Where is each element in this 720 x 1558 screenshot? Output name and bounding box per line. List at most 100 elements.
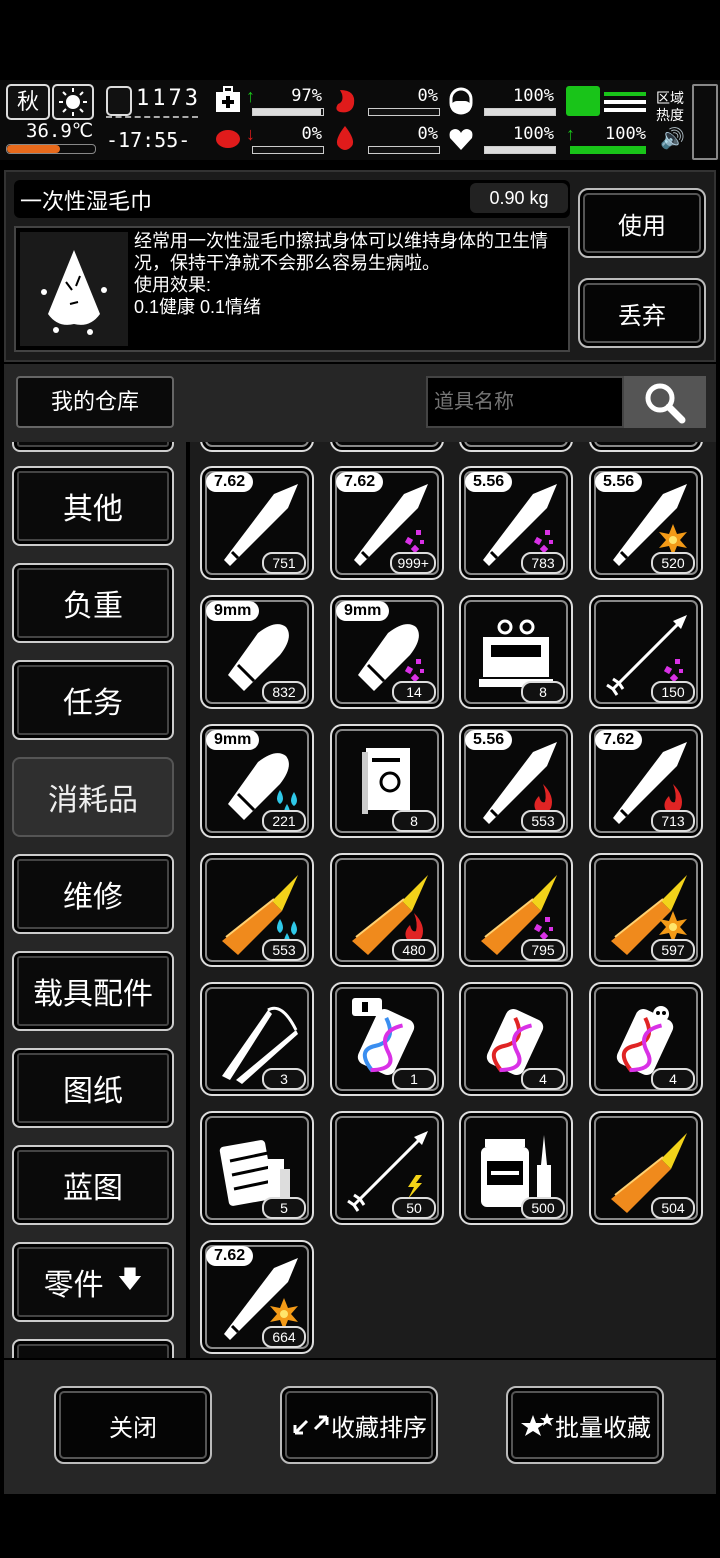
item-slot[interactable]: 7.62 664 xyxy=(200,1240,314,1354)
region-heat-label: 区域热度 xyxy=(656,90,684,123)
item-count-badge: 14 xyxy=(392,681,436,703)
item-slot[interactable]: 7.62 999+ xyxy=(330,466,444,580)
item-count-badge: 713 xyxy=(651,810,695,832)
item-slot-partial[interactable] xyxy=(589,442,703,452)
category-item-0[interactable]: 其他 xyxy=(12,466,174,546)
category-item-5[interactable]: 载具配件 xyxy=(12,951,174,1031)
item-slot[interactable]: 500 xyxy=(459,1111,573,1225)
item-slot[interactable]: 504 xyxy=(589,1111,703,1225)
season-badge: 秋 xyxy=(6,84,50,120)
calendar-icon xyxy=(106,86,132,116)
category-item-1[interactable]: 负重 xyxy=(12,563,174,643)
category-item-8[interactable]: 零件 🡇 xyxy=(12,1242,174,1322)
item-search-input[interactable] xyxy=(426,376,624,428)
warehouse-title[interactable]: 我的仓库 xyxy=(16,376,174,428)
item-slot[interactable]: 8 xyxy=(330,724,444,838)
item-slot[interactable]: 9mm 221 xyxy=(200,724,314,838)
health-percent: 97% xyxy=(291,86,322,106)
search-button[interactable] xyxy=(624,376,706,428)
carry-bar xyxy=(570,146,646,154)
item-count-badge: 8 xyxy=(392,810,436,832)
item-slot-partial[interactable] xyxy=(200,442,314,452)
item-slot[interactable]: 553 xyxy=(200,853,314,967)
stars-icon xyxy=(521,1413,554,1436)
effect-value: 0.1健康 0.1情绪 xyxy=(134,297,262,317)
item-slot[interactable]: 9mm 832 xyxy=(200,595,314,709)
item-slot-partial[interactable] xyxy=(459,442,573,452)
day-counter: 1173 xyxy=(136,86,201,111)
status-bar: 秋 36.9℃ 1173 -17:55- ↑ 97% ↓ 0% 0% 0% 10… xyxy=(0,80,720,160)
category-item-2[interactable]: 任务 xyxy=(12,660,174,740)
item-slot[interactable]: 795 xyxy=(459,853,573,967)
stomach-icon xyxy=(330,86,360,116)
close-button[interactable]: 关闭 xyxy=(54,1386,212,1464)
item-slot[interactable]: 150 xyxy=(589,595,703,709)
wet-wipe-icon xyxy=(20,232,128,346)
category-list[interactable]: 其他负重任务消耗品维修载具配件图纸蓝图零件 🡇 xyxy=(4,442,186,1358)
category-item-4[interactable]: 维修 xyxy=(12,854,174,934)
caliber-badge: 7.62 xyxy=(206,472,254,492)
warehouse-header: 我的仓库 xyxy=(4,364,716,442)
discard-button[interactable]: 丢弃 xyxy=(578,278,706,348)
item-slot[interactable]: 7.62 713 xyxy=(589,724,703,838)
item-slot-partial[interactable] xyxy=(330,442,444,452)
batch-favorite-button[interactable]: 批量收藏 xyxy=(506,1386,664,1464)
mood-bar xyxy=(484,146,556,154)
description-text: 经常用一次性湿毛巾擦拭身体可以维持身体的卫生情况，保持干净就不会那么容易生病啦。 xyxy=(134,231,548,273)
heart-icon xyxy=(446,124,476,154)
category-item-partial[interactable] xyxy=(12,1339,174,1358)
caliber-badge: 7.62 xyxy=(206,1246,254,1266)
item-count-badge: 3 xyxy=(262,1068,306,1090)
item-slot[interactable]: 5.56 553 xyxy=(459,724,573,838)
category-item-6[interactable]: 图纸 xyxy=(12,1048,174,1128)
speaker-icon[interactable]: 🔊 xyxy=(660,126,685,151)
item-slot[interactable]: 3 xyxy=(200,982,314,1096)
item-slot[interactable]: 597 xyxy=(589,853,703,967)
magnifier-icon xyxy=(645,383,686,424)
item-slot[interactable]: 8 xyxy=(459,595,573,709)
item-count-badge: 5 xyxy=(262,1197,306,1219)
use-button[interactable]: 使用 xyxy=(578,188,706,258)
category-label: 蓝图 xyxy=(63,1172,123,1205)
item-slot[interactable]: 5.56 520 xyxy=(589,466,703,580)
item-slot[interactable]: 50 xyxy=(330,1111,444,1225)
category-label: 载具配件 xyxy=(33,978,153,1011)
item-slot[interactable]: 4 xyxy=(459,982,573,1096)
category-item-partial[interactable] xyxy=(12,442,174,452)
item-count-badge: 480 xyxy=(392,939,436,961)
item-slot[interactable]: 1 xyxy=(330,982,444,1096)
item-count-badge: 664 xyxy=(262,1326,306,1348)
sun-icon xyxy=(52,84,94,120)
item-grid[interactable]: 7.62 751 7.62 999+ 5.56 783 5.56 520 9mm 832 9mm 14… xyxy=(190,442,716,1358)
item-slot[interactable]: 9mm 14 xyxy=(330,595,444,709)
item-count-badge: 553 xyxy=(262,939,306,961)
category-label: 其他 xyxy=(63,493,123,526)
item-slot[interactable]: 4 xyxy=(589,982,703,1096)
category-item-7[interactable]: 蓝图 xyxy=(12,1145,174,1225)
item-description: 经常用一次性湿毛巾擦拭身体可以维持身体的卫生情况，保持干净就不会那么容易生病啦。… xyxy=(134,230,564,318)
item-detail-panel: 一次性湿毛巾 0.90 kg 经常用一次性湿毛巾擦拭身体可以维持身体的卫生情况，… xyxy=(4,170,716,362)
favorite-sort-label: 收藏排序 xyxy=(331,1414,427,1442)
item-count-badge: 50 xyxy=(392,1197,436,1219)
item-slot[interactable]: 480 xyxy=(330,853,444,967)
bottom-bar: 关闭 收藏排序 批量收藏 xyxy=(4,1360,716,1494)
category-label: 零件 xyxy=(43,1269,104,1302)
category-label: 负重 xyxy=(63,590,123,623)
favorite-sort-button[interactable]: 收藏排序 xyxy=(280,1386,438,1464)
caliber-badge: 9mm xyxy=(206,730,260,750)
category-label: 维修 xyxy=(63,881,123,914)
blood-drop-icon xyxy=(330,124,360,154)
item-count-badge: 500 xyxy=(521,1197,565,1219)
weight-lines-icon xyxy=(604,90,646,114)
item-slot[interactable]: 5.56 783 xyxy=(459,466,573,580)
swap-arrows-icon xyxy=(293,1415,329,1435)
item-count-badge: 795 xyxy=(521,939,565,961)
category-item-3[interactable]: 消耗品 xyxy=(12,757,174,837)
health-bar xyxy=(252,108,324,116)
item-slot[interactable]: 7.62 751 xyxy=(200,466,314,580)
item-count-badge: 783 xyxy=(521,552,565,574)
item-weight: 0.90 kg xyxy=(470,183,568,213)
category-label: 任务 xyxy=(63,687,123,720)
pill-icon xyxy=(446,86,476,116)
item-slot[interactable]: 5 xyxy=(200,1111,314,1225)
